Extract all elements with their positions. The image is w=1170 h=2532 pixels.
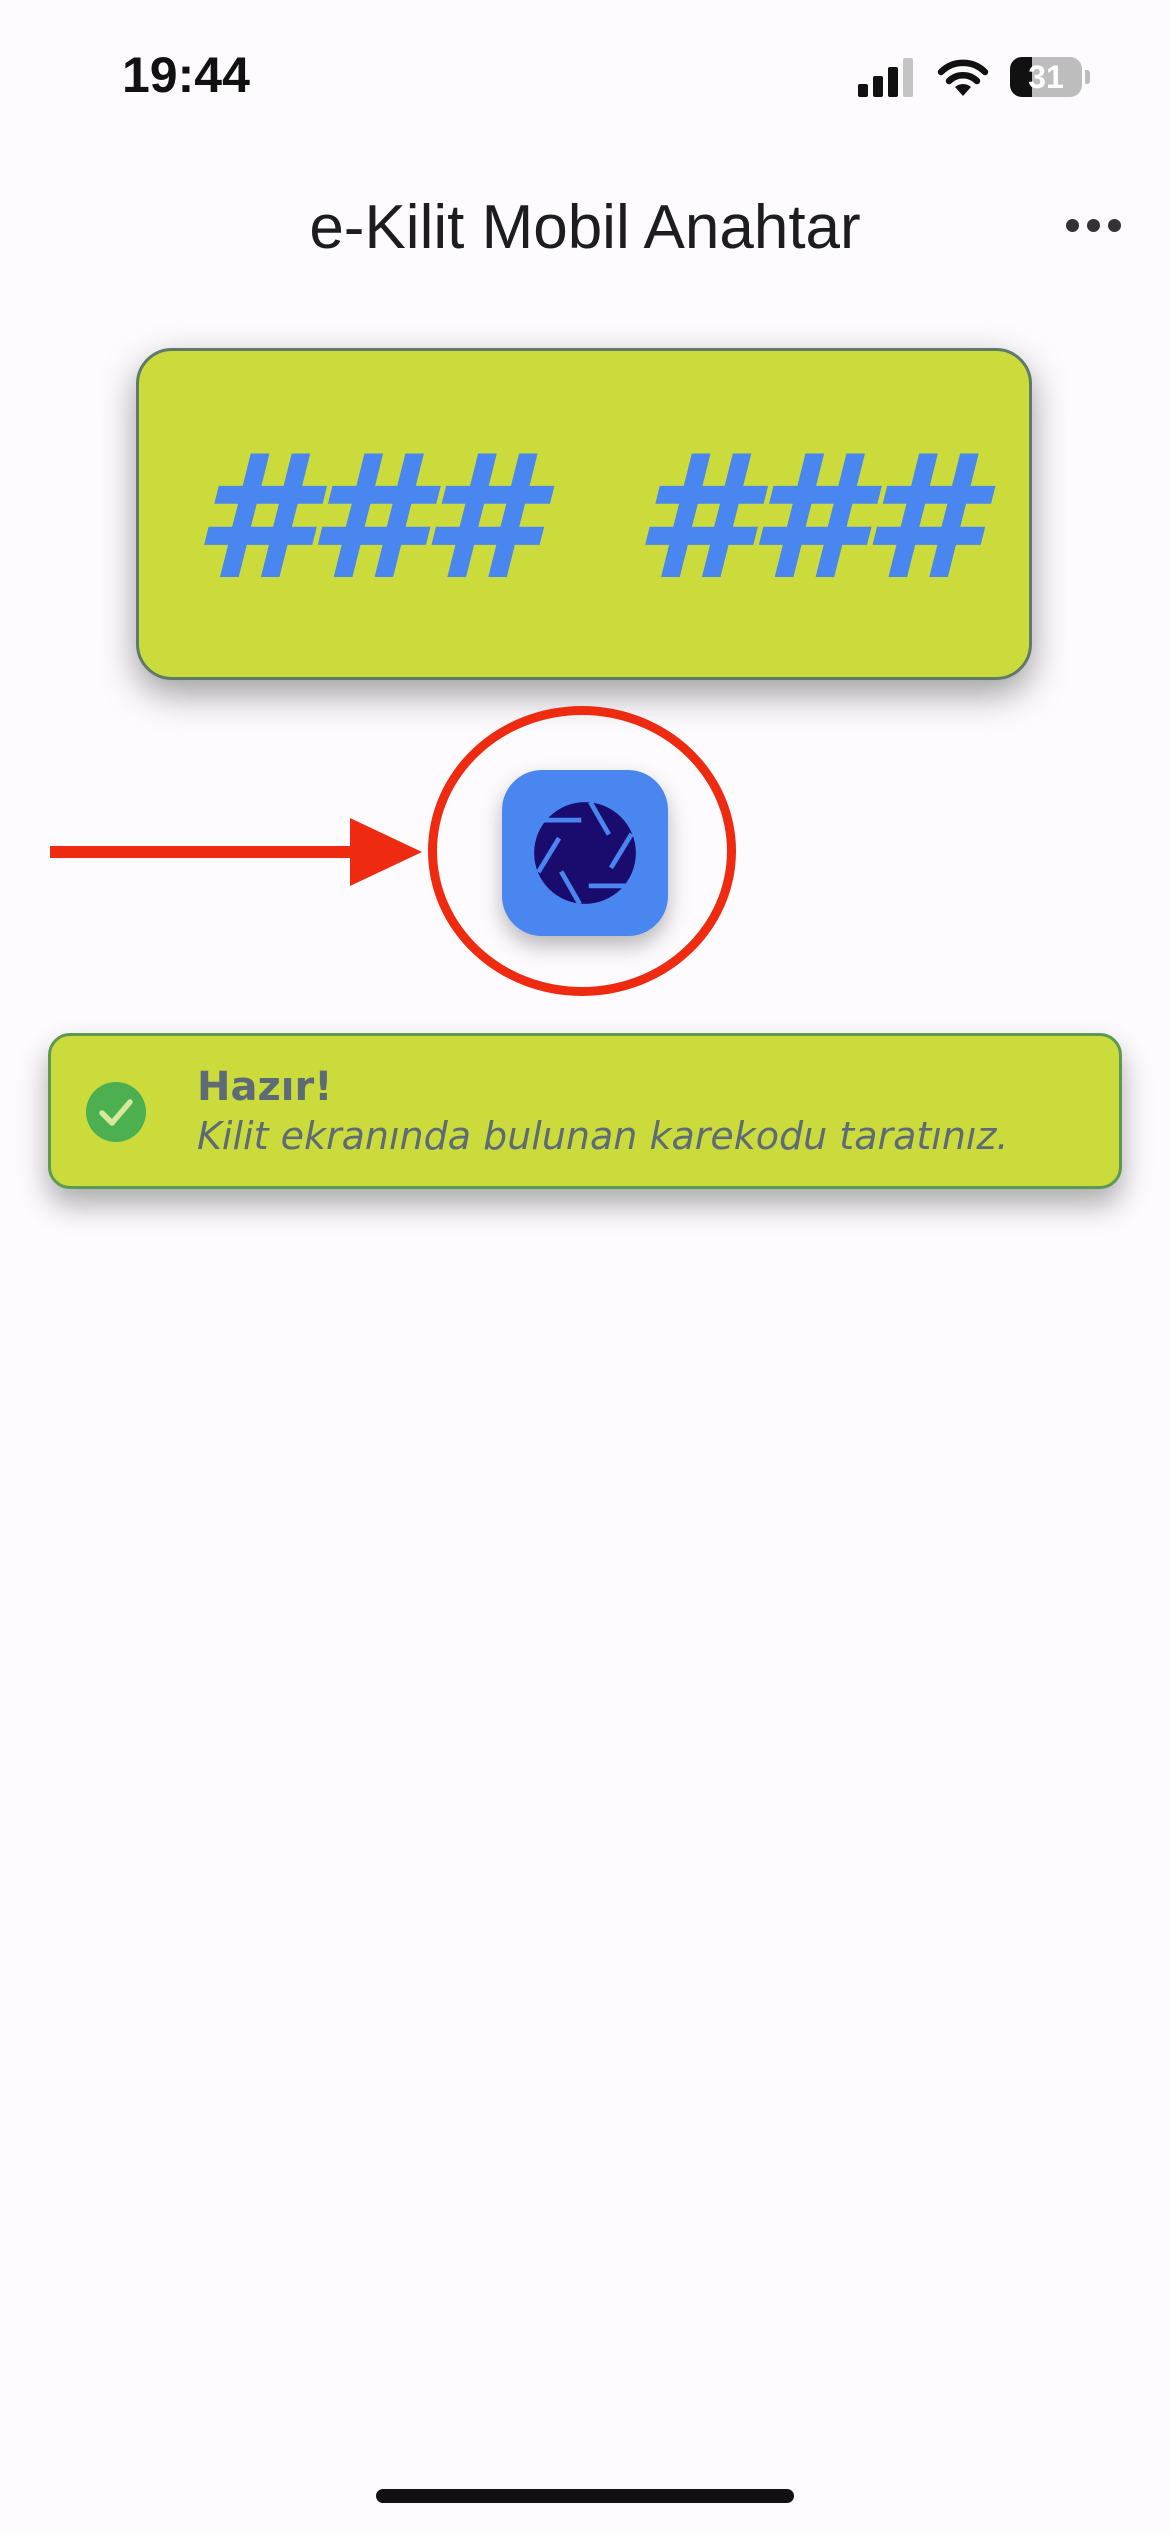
screen: 19:44 31 e-Kilit Mobil Anahtar ### ### H… [0,0,1170,2532]
page-title: e-Kilit Mobil Anahtar [309,193,861,262]
home-indicator[interactable] [376,2489,794,2503]
arrow-icon [50,818,422,886]
battery-icon: 31 [1010,56,1090,98]
battery-body: 31 [1010,57,1082,97]
battery-tip [1085,70,1090,84]
ellipsis-icon[interactable] [1058,200,1128,250]
ellipsis-dot [1107,218,1121,232]
check-circle-icon [86,1082,146,1142]
cellular-signal-icon [858,58,913,97]
banner-message: Kilit ekranında bulunan karekodu taratın… [197,1114,1009,1158]
code-part-1: ### [192,417,540,618]
code-part-2: ### [634,417,981,618]
status-icons: 31 [856,54,1090,100]
ellipsis-dot [1086,218,1100,232]
ellipsis-dot [1065,218,1079,232]
wifi-icon [937,59,989,96]
status-banner: Hazır! Kilit ekranında bulunan karekodu … [48,1033,1122,1189]
circle-highlight [428,706,736,996]
battery-percent: 31 [1028,58,1064,95]
status-time: 19:44 [122,47,250,103]
banner-title: Hazır! [197,1064,333,1110]
code-display: ### ### [136,348,1032,680]
